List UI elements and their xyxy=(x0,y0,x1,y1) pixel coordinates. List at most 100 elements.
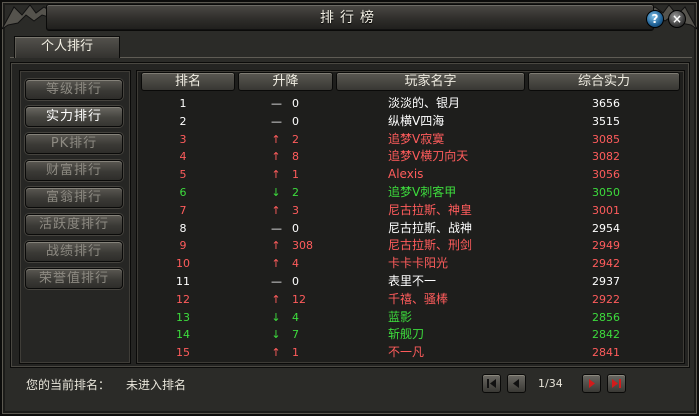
power-cell: 3085 xyxy=(592,133,620,146)
last-page-icon[interactable] xyxy=(607,374,626,393)
sidebar-item-0[interactable]: 等级排行 xyxy=(25,79,123,100)
table-row[interactable]: 4 ↑ 8 追梦V横刀向天 3082 xyxy=(140,148,680,165)
change-arrow-icon: ↓ xyxy=(271,186,281,199)
change-arrow-icon: ↑ xyxy=(271,293,281,306)
column-header-rank[interactable]: 排名 xyxy=(141,72,235,91)
rank-cell: 1 xyxy=(179,97,187,110)
table-row[interactable]: 11 — 0 表里不一 2937 xyxy=(140,273,680,290)
power-cell: 3056 xyxy=(592,168,620,181)
close-button[interactable]: × xyxy=(668,10,686,28)
player-name-cell: 追梦V刺客甲 xyxy=(388,185,457,199)
power-cell: 3001 xyxy=(592,204,620,217)
player-name-cell: 斩舰刀 xyxy=(388,327,425,341)
table-row[interactable]: 15 ↑ 1 不一凡 2841 xyxy=(140,344,680,361)
table-row[interactable]: 7 ↑ 3 尼古拉斯、神皇 3001 xyxy=(140,202,680,219)
change-arrow-icon: — xyxy=(271,275,282,288)
player-name-cell: 淡淡的、银月 xyxy=(388,96,461,110)
change-arrow-icon: — xyxy=(271,222,282,235)
prev-page-icon[interactable] xyxy=(507,374,526,393)
change-arrow-icon: ↑ xyxy=(271,346,281,359)
rank-cell: 2 xyxy=(179,115,187,128)
power-cell: 2856 xyxy=(592,311,620,324)
player-name-cell: 纵横V四海 xyxy=(388,114,445,128)
table-row[interactable]: 10 ↑ 4 卡卡卡阳光 2942 xyxy=(140,255,680,272)
table-row[interactable]: 6 ↓ 2 追梦V刺客甲 3050 xyxy=(140,184,680,201)
sidebar-item-6[interactable]: 战绩排行 xyxy=(25,241,123,262)
page-indicator: 1/34 xyxy=(538,377,563,390)
change-arrow-icon: ↑ xyxy=(271,257,281,270)
change-arrow-icon: ↑ xyxy=(271,150,281,163)
table-row[interactable]: 14 ↓ 7 斩舰刀 2842 xyxy=(140,326,680,343)
sidebar-item-4[interactable]: 富翁排行 xyxy=(25,187,123,208)
rank-cell: 4 xyxy=(179,150,187,163)
sidebar-item-1[interactable]: 实力排行 xyxy=(25,106,123,127)
change-cell: 0 xyxy=(292,222,299,235)
sidebar-item-7[interactable]: 荣誉值排行 xyxy=(25,268,123,289)
change-cell: 8 xyxy=(292,150,299,163)
player-name-cell: 卡卡卡阳光 xyxy=(388,256,449,270)
player-name-cell: 蓝影 xyxy=(388,310,413,324)
table-row[interactable]: 2 — 0 纵横V四海 3515 xyxy=(140,113,680,130)
change-cell: 2 xyxy=(292,133,299,146)
rank-cell: 6 xyxy=(179,186,187,199)
sidebar-item-5[interactable]: 活跃度排行 xyxy=(25,214,123,235)
rank-cell: 15 xyxy=(176,346,190,359)
column-header-name[interactable]: 玩家名字 xyxy=(336,72,525,91)
rank-cell: 3 xyxy=(179,133,187,146)
sidebar-item-2[interactable]: PK排行 xyxy=(25,133,123,154)
rank-cell: 9 xyxy=(179,239,187,252)
rank-cell: 13 xyxy=(176,311,190,324)
player-name-cell: Alexis xyxy=(388,167,424,181)
table-row[interactable]: 9 ↑ 308 尼古拉斯、刑剑 2949 xyxy=(140,237,680,254)
change-arrow-icon: ↓ xyxy=(271,328,281,341)
change-cell: 1 xyxy=(292,168,299,181)
change-cell: 4 xyxy=(292,311,299,324)
title-bar[interactable]: 排行榜 xyxy=(46,4,654,31)
change-cell: 0 xyxy=(292,97,299,110)
sidebar-item-3[interactable]: 财富排行 xyxy=(25,160,123,181)
power-cell: 3050 xyxy=(592,186,620,199)
table-row[interactable]: 3 ↑ 2 追梦V寂寞 3085 xyxy=(140,131,680,148)
player-name-cell: 追梦V横刀向天 xyxy=(388,149,469,163)
column-header-power[interactable]: 综合实力 xyxy=(528,72,680,91)
power-cell: 3515 xyxy=(592,115,620,128)
change-cell: 4 xyxy=(292,257,299,270)
change-cell: 12 xyxy=(292,293,306,306)
table-row[interactable]: 12 ↑ 12 千禧、骚棒 2922 xyxy=(140,291,680,308)
rank-cell: 12 xyxy=(176,293,190,306)
change-cell: 7 xyxy=(292,328,299,341)
player-name-cell: 尼古拉斯、神皇 xyxy=(388,203,473,217)
table-row[interactable]: 13 ↓ 4 蓝影 2856 xyxy=(140,309,680,326)
player-name-cell: 尼古拉斯、战神 xyxy=(388,221,473,235)
power-cell: 2954 xyxy=(592,222,620,235)
window-title: 排行榜 xyxy=(320,10,380,26)
power-cell: 3082 xyxy=(592,150,620,163)
first-page-icon[interactable] xyxy=(482,374,501,393)
change-arrow-icon: ↑ xyxy=(271,168,281,181)
tab-personal-ranking[interactable]: 个人排行 xyxy=(14,36,120,58)
help-button[interactable]: ? xyxy=(646,10,664,28)
change-cell: 0 xyxy=(292,275,299,288)
change-arrow-icon: ↑ xyxy=(271,204,281,217)
tab-strip: 个人排行 xyxy=(10,36,692,58)
power-cell: 2937 xyxy=(592,275,620,288)
change-cell: 308 xyxy=(292,239,313,252)
power-cell: 3656 xyxy=(592,97,620,110)
change-arrow-icon: ↓ xyxy=(271,311,281,324)
table-row[interactable]: 1 — 0 淡淡的、银月 3656 xyxy=(140,95,680,112)
change-arrow-icon: ↑ xyxy=(271,133,281,146)
power-cell: 2841 xyxy=(592,346,620,359)
rank-cell: 14 xyxy=(176,328,190,341)
power-cell: 2949 xyxy=(592,239,620,252)
player-name-cell: 不一凡 xyxy=(388,345,425,359)
current-rank-label: 您的当前排名： xyxy=(26,378,111,392)
change-arrow-icon: ↑ xyxy=(271,239,281,252)
next-page-icon[interactable] xyxy=(582,374,601,393)
rank-cell: 7 xyxy=(179,204,187,217)
player-name-cell: 追梦V寂寞 xyxy=(388,132,445,146)
power-cell: 2842 xyxy=(592,328,620,341)
table-row[interactable]: 8 — 0 尼古拉斯、战神 2954 xyxy=(140,220,680,237)
column-header-change[interactable]: 升降 xyxy=(238,72,333,91)
change-cell: 3 xyxy=(292,204,299,217)
table-row[interactable]: 5 ↑ 1 Alexis 3056 xyxy=(140,166,680,183)
